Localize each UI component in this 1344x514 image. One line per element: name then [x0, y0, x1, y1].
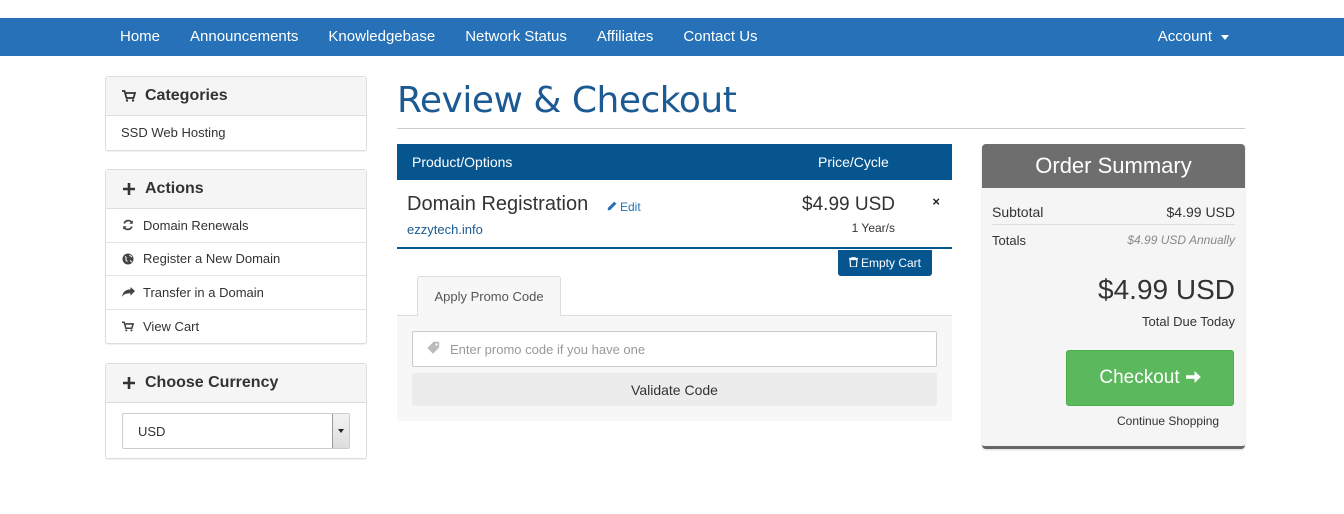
nav-contact-us[interactable]: Contact Us — [668, 18, 772, 56]
cart-item-row: Domain Registration Edit ezzytech.info $… — [397, 180, 952, 249]
top-navbar: Home Announcements Knowledgebase Network… — [0, 18, 1344, 56]
currency-header: Choose Currency — [106, 364, 366, 403]
item-cycle: 1 Year/s — [851, 221, 895, 235]
trash-icon — [848, 255, 858, 270]
edit-item-link[interactable]: Edit — [607, 200, 641, 214]
checkout-button[interactable]: Checkout — [1066, 350, 1234, 406]
category-label: SSD Web Hosting — [121, 125, 226, 141]
totals-row: Totals $4.99 USD Annually — [992, 229, 1235, 251]
tab-apply-promo-code[interactable]: Apply Promo Code — [417, 276, 561, 316]
action-label: Domain Renewals — [143, 217, 249, 233]
account-label: Account — [1157, 28, 1212, 45]
continue-shopping-link[interactable]: Continue Shopping — [1066, 414, 1274, 428]
actions-title: Actions — [145, 180, 204, 197]
totals-value: $4.99 USD Annually — [1127, 233, 1235, 247]
arrow-right-icon — [1185, 367, 1201, 390]
subtotal-label: Subtotal — [992, 203, 1044, 220]
action-label: Register a New Domain — [143, 251, 281, 267]
currency-selected-value: USD — [138, 423, 166, 439]
nav-announcements[interactable]: Announcements — [175, 18, 313, 56]
total-due-amount: $4.99 USD — [1098, 274, 1235, 305]
item-domain: ezzytech.info — [407, 222, 483, 237]
promo-code-input[interactable]: Enter promo code if you have one — [412, 331, 937, 367]
action-view-cart[interactable]: View Cart — [106, 310, 366, 344]
total-due-label: Total Due Today — [1142, 314, 1235, 329]
item-name: Domain Registration — [407, 193, 589, 215]
cart-table-header: Product/Options Price/Cycle — [397, 144, 952, 180]
order-summary-panel: Order Summary Subtotal $4.99 USD Totals … — [982, 144, 1245, 449]
action-transfer-domain[interactable]: Transfer in a Domain — [106, 276, 366, 310]
validate-label: Validate Code — [631, 381, 718, 398]
currency-select[interactable]: USD — [122, 413, 350, 449]
empty-cart-button[interactable]: Empty Cart — [838, 250, 932, 276]
actions-header: Actions — [106, 170, 366, 209]
category-ssd-web-hosting[interactable]: SSD Web Hosting — [106, 116, 366, 150]
empty-cart-label: Empty Cart — [860, 256, 921, 270]
cart-icon — [121, 90, 137, 102]
categories-panel: Categories SSD Web Hosting — [105, 76, 367, 151]
categories-header: Categories — [106, 77, 366, 116]
plus-icon — [121, 183, 137, 195]
column-product-options: Product/Options — [412, 154, 513, 170]
action-domain-renewals[interactable]: Domain Renewals — [106, 209, 366, 243]
nav-network-status[interactable]: Network Status — [450, 18, 582, 56]
column-price-cycle: Price/Cycle — [818, 154, 889, 170]
edit-label: Edit — [620, 200, 641, 214]
share-icon — [121, 286, 135, 298]
chevron-down-icon[interactable] — [332, 414, 349, 448]
totals-label: Totals — [992, 232, 1026, 248]
caret-down-icon — [1221, 34, 1229, 40]
promo-placeholder: Enter promo code if you have one — [450, 341, 646, 357]
checkout-label: Checkout — [1099, 367, 1180, 388]
tag-icon — [427, 341, 440, 357]
order-summary-title: Order Summary — [982, 144, 1245, 188]
subtotal-value: $4.99 USD — [1166, 203, 1235, 220]
actions-panel: Actions Domain Renewals Register a New D… — [105, 169, 367, 344]
currency-title: Choose Currency — [145, 374, 279, 391]
currency-panel: Choose Currency USD — [105, 363, 367, 459]
cart-icon — [121, 321, 135, 332]
remove-item-icon[interactable]: × — [932, 194, 940, 209]
nav-affiliates[interactable]: Affiliates — [582, 18, 668, 56]
action-label: View Cart — [143, 318, 200, 334]
categories-title: Categories — [145, 87, 228, 104]
nav-home[interactable]: Home — [105, 18, 175, 56]
page-title: Review & Checkout — [397, 80, 737, 121]
action-label: Transfer in a Domain — [143, 284, 264, 300]
nav-knowledgebase[interactable]: Knowledgebase — [313, 18, 450, 56]
subtotal-row: Subtotal $4.99 USD — [992, 199, 1235, 225]
refresh-icon — [121, 219, 135, 231]
account-menu[interactable]: Account — [1143, 18, 1244, 56]
globe-icon — [121, 253, 135, 265]
item-price: $4.99 USD — [802, 194, 895, 215]
promo-tab-label: Apply Promo Code — [434, 289, 544, 304]
title-divider — [397, 128, 1245, 129]
plus-icon — [121, 377, 137, 389]
pencil-icon — [607, 200, 617, 214]
main-nav: Home Announcements Knowledgebase Network… — [105, 18, 773, 56]
action-register-domain[interactable]: Register a New Domain — [106, 243, 366, 276]
validate-code-button[interactable]: Validate Code — [412, 373, 937, 406]
